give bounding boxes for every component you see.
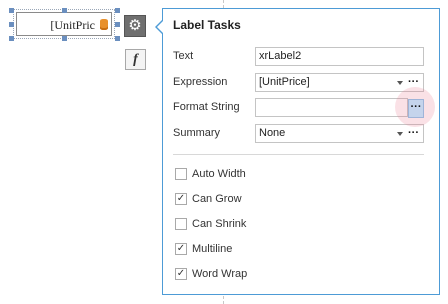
resize-handle[interactable]: [62, 8, 67, 13]
chevron-down-icon: [397, 132, 403, 136]
text-field-value: xrLabel2: [259, 50, 302, 62]
text-label: Text: [173, 50, 194, 62]
expression-dropdown[interactable]: [UnitPrice] ···: [255, 73, 424, 92]
label-control-text: [UnitPric: [50, 18, 95, 32]
checkbox-box[interactable]: ✓: [175, 193, 187, 205]
resize-handle[interactable]: [9, 22, 14, 27]
text-field[interactable]: xrLabel2: [255, 47, 424, 66]
chevron-down-icon: [397, 81, 403, 85]
checkbox-label: Multiline: [192, 243, 233, 255]
checkbox-box[interactable]: ✓: [175, 243, 187, 255]
resize-handle[interactable]: [115, 22, 120, 27]
panel-title: Label Tasks: [173, 18, 241, 32]
checkbox-label: Word Wrap: [192, 268, 248, 280]
checkbox-label: Auto Width: [192, 168, 246, 180]
divider: [173, 154, 424, 155]
checkbox-label: Can Grow: [192, 193, 242, 205]
expression-button[interactable]: f: [125, 49, 146, 70]
format-string-ellipsis-button[interactable]: ···: [408, 99, 424, 118]
summary-label: Summary: [173, 127, 221, 139]
resize-handle[interactable]: [9, 36, 14, 41]
checkbox-box[interactable]: [175, 168, 187, 180]
panel-pointer-fill: [157, 21, 163, 33]
database-icon: [100, 19, 108, 30]
resize-handle[interactable]: [9, 8, 14, 13]
summary-value: None: [259, 127, 286, 139]
smart-tag-button[interactable]: ⚙: [124, 15, 146, 37]
checkbox-box[interactable]: [175, 218, 187, 230]
label-tasks-panel: Label Tasks Text xrLabel2 Expression [Un…: [162, 8, 440, 295]
resize-handle[interactable]: [62, 36, 67, 41]
function-icon: f: [133, 52, 138, 67]
label-control[interactable]: [UnitPric: [13, 9, 115, 39]
expression-value: [UnitPrice]: [259, 76, 310, 88]
resize-handle[interactable]: [115, 8, 120, 13]
resize-handle[interactable]: [115, 36, 120, 41]
checkbox-box[interactable]: ✓: [175, 268, 187, 280]
summary-ellipsis-button[interactable]: ···: [408, 125, 419, 142]
format-string-field[interactable]: [255, 98, 408, 117]
checkbox-label: Can Shrink: [192, 218, 247, 230]
expression-label: Expression: [173, 76, 228, 88]
summary-dropdown[interactable]: None ···: [255, 124, 424, 143]
format-string-label: Format String: [173, 101, 240, 113]
gear-icon: ⚙: [128, 17, 142, 34]
